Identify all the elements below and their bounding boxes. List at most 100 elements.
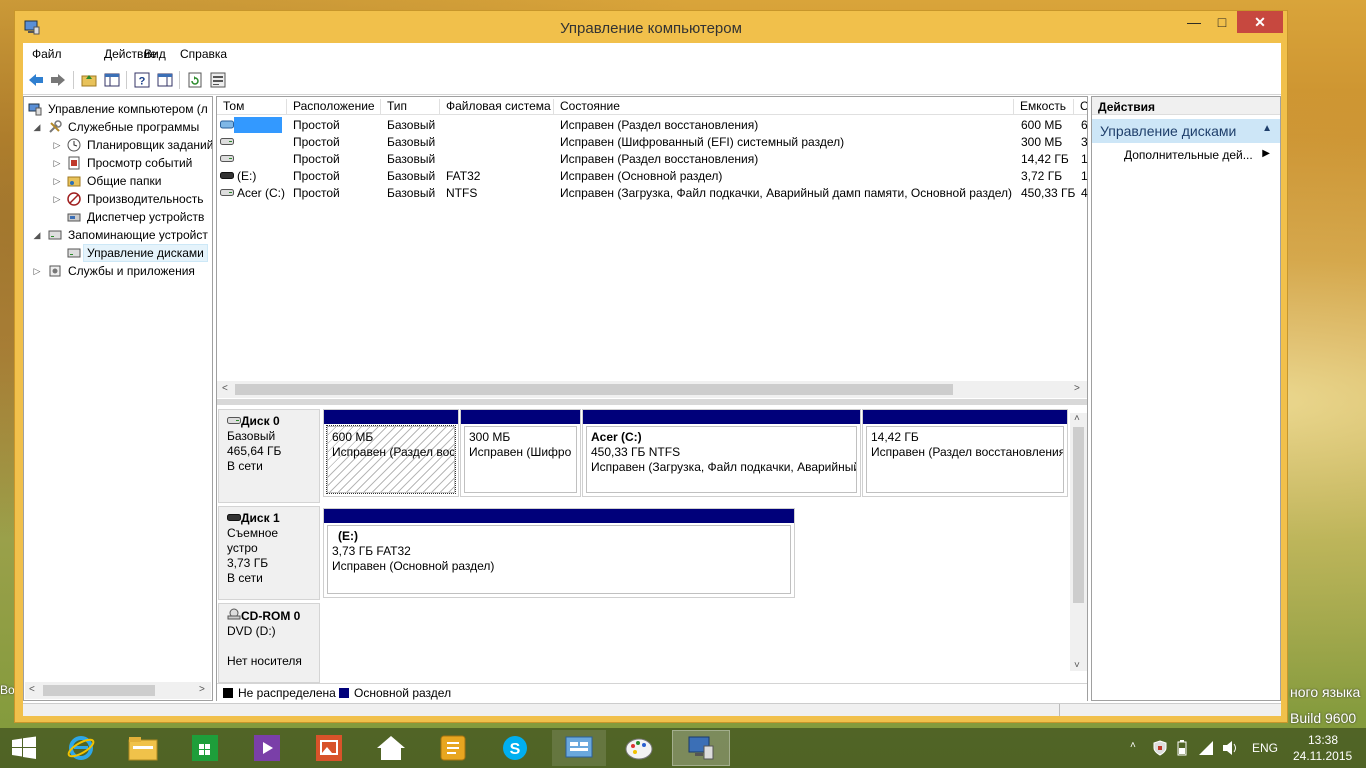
ie-icon[interactable] (56, 730, 106, 766)
expand-arrow-icon[interactable]: ▷ (32, 262, 42, 280)
tree-item-performance[interactable]: ▷ Производительность (24, 190, 212, 208)
column-header-type[interactable]: Тип (381, 99, 440, 115)
scroll-right-icon[interactable]: > (1074, 383, 1080, 394)
toolbar: ? (23, 65, 1281, 95)
security-shield-icon[interactable] (1152, 740, 1168, 756)
language-indicator[interactable]: ENG (1252, 741, 1278, 755)
tree-item-system-tools[interactable]: ◢ Служебные программы (24, 118, 212, 136)
desktop-watermark-lang: ного языка (1290, 684, 1361, 700)
partition-e[interactable]: (E:) 3,73 ГБ FAT32 Исправен (Основной ра… (323, 508, 795, 598)
maximize-button[interactable]: □ (1209, 11, 1235, 33)
scrollbar-thumb[interactable] (1073, 427, 1084, 603)
partition-recovery-14[interactable]: 14,42 ГБ Исправен (Раздел восстановления… (862, 409, 1068, 497)
scroll-down-icon[interactable]: ˅ (1074, 660, 1080, 671)
tree-item-root[interactable]: Управление компьютером (л (24, 100, 212, 118)
collapse-arrow-icon[interactable]: ◢ (32, 118, 42, 136)
disk-0-label[interactable]: Диск 0 Базовый 465,64 ГБ В сети (218, 409, 320, 503)
cdrom-label[interactable]: CD-ROM 0 DVD (D:) Нет носителя (218, 603, 320, 683)
scroll-left-icon[interactable]: < (29, 684, 35, 695)
clock-time[interactable]: 13:38 (1308, 733, 1338, 747)
partition-efi[interactable]: 300 МБ Исправен (Шифро (460, 409, 581, 497)
column-header-status[interactable]: Состояние (554, 99, 1014, 115)
help-icon[interactable]: ? (133, 71, 151, 89)
svg-text:S: S (510, 741, 521, 758)
control-panel-icon[interactable] (552, 730, 606, 766)
skype-icon[interactable]: S (490, 730, 540, 766)
collapse-arrow-icon[interactable]: ◢ (32, 226, 42, 244)
volume-row[interactable]: Простой Базовый Исправен (Раздел восстан… (217, 151, 1088, 168)
start-icon[interactable] (0, 730, 48, 766)
column-header-capacity[interactable]: Емкость (1014, 99, 1074, 115)
menu-file[interactable]: Файл (32, 47, 62, 61)
clock-date[interactable]: 24.11.2015 (1293, 749, 1352, 763)
refresh-icon[interactable] (186, 71, 204, 89)
explorer-icon[interactable] (118, 730, 168, 766)
notes-icon[interactable] (428, 730, 478, 766)
store-icon[interactable] (180, 730, 230, 766)
volume-list-horizontal-scrollbar[interactable]: < > (217, 381, 1087, 398)
column-header-volume[interactable]: Том (217, 99, 287, 115)
partition-acer-c[interactable]: Acer (C:) 450,33 ГБ NTFS Исправен (Загру… (582, 409, 861, 497)
disk-name: Диск 1 (241, 511, 280, 525)
partition-size: 450,33 ГБ NTFS (591, 445, 681, 459)
scroll-up-icon[interactable]: ˄ (1074, 413, 1080, 424)
volume-row[interactable]: Простой Базовый Исправен (Раздел восстан… (217, 117, 1088, 134)
column-header-layout[interactable]: Расположение (287, 99, 381, 115)
close-button[interactable]: ✕ (1237, 11, 1283, 33)
video-icon[interactable] (242, 730, 292, 766)
volume-icon[interactable] (1222, 740, 1240, 756)
tree-item-task-scheduler[interactable]: ▷ Планировщик заданий (24, 136, 212, 154)
paint-icon[interactable] (612, 730, 666, 766)
scrollbar-thumb[interactable] (235, 384, 953, 395)
home-icon[interactable] (366, 730, 416, 766)
volume-capacity: 450,33 ГБ (1021, 186, 1076, 200)
folder-up-icon[interactable] (80, 71, 98, 89)
tree-item-device-manager[interactable]: Диспетчер устройств (24, 208, 212, 226)
computer-management-taskbar-icon[interactable] (672, 730, 730, 766)
tray-expand-icon[interactable]: ˄ (1130, 740, 1136, 751)
console-tree-icon[interactable] (103, 71, 121, 89)
menu-view[interactable]: Вид (144, 47, 166, 61)
expand-arrow-icon[interactable]: ▷ (52, 154, 62, 172)
tree-item-disk-management[interactable]: Управление дисками (24, 244, 212, 262)
tree-item-shared-folders[interactable]: ▷ Общие папки (24, 172, 212, 190)
scrollbar-thumb[interactable] (43, 685, 155, 696)
collapse-up-icon[interactable]: ▲ (1262, 123, 1272, 134)
disk-view-vertical-scrollbar[interactable]: ˄ ˅ (1070, 413, 1087, 671)
volume-row[interactable]: (E:) Простой Базовый FAT32 Исправен (Осн… (217, 168, 1088, 185)
menu-help[interactable]: Справка (180, 47, 227, 61)
legend-primary-label: Основной раздел (354, 686, 452, 700)
partition-body: 300 МБ Исправен (Шифро (464, 426, 577, 493)
menu-bar: Файл Действие Вид Справка (23, 43, 1281, 65)
tree-item-services-apps[interactable]: ▷ Службы и приложения (24, 262, 212, 280)
show-hide-icon[interactable] (156, 71, 174, 89)
tree-item-storage[interactable]: ◢ Запоминающие устройст (24, 226, 212, 244)
actions-section-disk-management[interactable]: Управление дисками ▲ (1092, 119, 1280, 143)
more-actions-item[interactable]: Дополнительные дей... ▶ (1092, 148, 1280, 166)
volume-row[interactable]: Acer (C:) Простой Базовый NTFS Исправен … (217, 185, 1088, 202)
column-header-free[interactable]: С (1074, 99, 1087, 115)
disk-1-label[interactable]: Диск 1 Съемное устро 3,73 ГБ В сети (218, 506, 320, 600)
expand-arrow-icon[interactable]: ▷ (52, 136, 62, 154)
photos-icon[interactable] (304, 730, 354, 766)
forward-icon[interactable] (49, 71, 67, 89)
scroll-right-icon[interactable]: > (199, 684, 205, 695)
event-viewer-icon (68, 156, 80, 170)
expand-arrow-icon[interactable]: ▷ (52, 190, 62, 208)
wifi-signal-icon[interactable] (1198, 740, 1214, 756)
properties-icon[interactable] (209, 71, 227, 89)
back-icon[interactable] (27, 71, 45, 89)
expand-arrow-icon[interactable]: ▷ (52, 172, 62, 190)
tree-item-event-viewer[interactable]: ▷ Просмотр событий (24, 154, 212, 172)
tree-horizontal-scrollbar[interactable]: < > (25, 682, 211, 699)
tools-icon (49, 120, 62, 133)
more-actions-label: Дополнительные дей... (1124, 148, 1253, 162)
column-header-filesystem[interactable]: Файловая система (440, 99, 554, 115)
minimize-button[interactable]: — (1181, 11, 1207, 33)
scroll-left-icon[interactable]: < (222, 383, 228, 394)
battery-icon[interactable] (1175, 740, 1189, 756)
disk-management-icon (67, 248, 81, 258)
title-bar[interactable]: Управление компьютером — □ ✕ (15, 11, 1287, 45)
volume-row[interactable]: Простой Базовый Исправен (Шифрованный (E… (217, 134, 1088, 151)
partition-recovery-600[interactable]: 600 МБ Исправен (Раздел вос (323, 409, 459, 497)
